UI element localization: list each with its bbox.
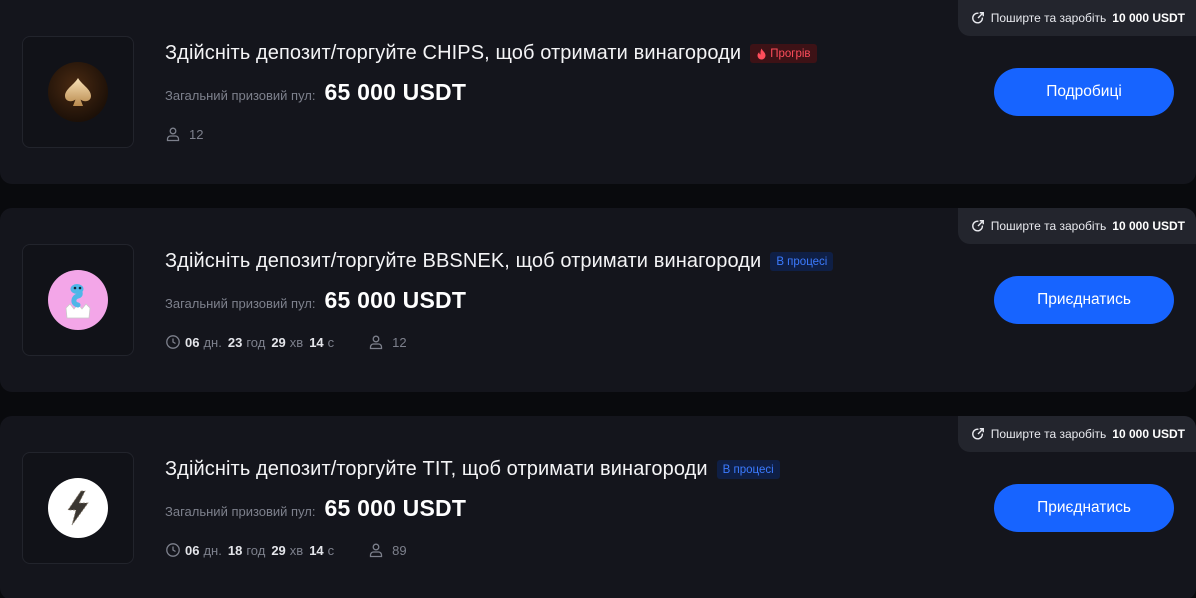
token-logo-box <box>22 452 134 564</box>
timer-hours: 23 <box>227 334 243 350</box>
timer-days: 06 <box>185 334 200 350</box>
fire-icon <box>757 48 766 59</box>
campaign-title: Здійсніть депозит/торгуйте BBSNEK, щоб о… <box>165 250 762 272</box>
prize-pool: Загальний призовий пул: 65 000 USDT <box>165 79 466 106</box>
campaign-meta: 12 <box>165 124 203 144</box>
bbsnek-snake-logo <box>48 270 108 330</box>
status-badge-in-progress: В процесі <box>716 460 780 479</box>
campaign-title-row: Здійсніть депозит/торгуйте BBSNEK, щоб о… <box>165 250 834 273</box>
prize-pool-label: Загальний призовий пул: <box>165 504 316 519</box>
campaign-card-bbsnek: Поширте та заробіть 10 000 USDT Здійсніт… <box>0 208 1196 392</box>
share-and-earn-tag[interactable]: Поширте та заробіть 10 000 USDT <box>957 0 1196 36</box>
participants-count: 12 <box>165 126 203 142</box>
timer-days: 06 <box>185 542 200 558</box>
campaign-title-row: Здійсніть депозит/торгуйте CHIPS, щоб от… <box>165 42 817 65</box>
timer-seconds-unit: с <box>327 334 335 350</box>
timer-days-unit: дн. <box>203 334 222 350</box>
campaign-title: Здійсніть депозит/торгуйте CHIPS, щоб от… <box>165 42 742 64</box>
prize-pool-value: 65 000 USDT <box>324 495 467 521</box>
token-logo-box <box>22 244 134 356</box>
share-and-earn-tag[interactable]: Поширте та заробіть 10 000 USDT <box>957 416 1196 452</box>
share-amount: 10 000 USDT <box>1112 427 1185 441</box>
status-badge-in-progress: В процесі <box>770 252 834 271</box>
timer-seconds: 14 <box>309 542 324 558</box>
share-text: Поширте та заробіть <box>990 219 1107 233</box>
share-text: Поширте та заробіть <box>990 11 1107 25</box>
user-icon <box>370 543 383 558</box>
clock-icon <box>166 335 180 349</box>
countdown-timer: 06 дн. 23 год 29 хв 14 с <box>165 334 336 350</box>
prize-pool-label: Загальний призовий пул: <box>165 296 316 311</box>
share-and-earn-tag[interactable]: Поширте та заробіть 10 000 USDT <box>957 208 1196 244</box>
prize-pool-value: 65 000 USDT <box>324 287 467 313</box>
details-button[interactable]: Подробиці <box>994 68 1174 116</box>
timer-seconds: 14 <box>309 334 324 350</box>
token-logo-box <box>22 36 134 148</box>
badge-label: Прогрів <box>770 47 811 60</box>
campaign-list: Поширте та заробіть 10 000 USDT Здійсніт… <box>0 0 1196 598</box>
prize-pool-label: Загальний призовий пул: <box>165 88 316 103</box>
share-amount: 10 000 USDT <box>1112 11 1185 25</box>
prize-pool: Загальний призовий пул: 65 000 USDT <box>165 287 466 314</box>
campaign-card-tit: Поширте та заробіть 10 000 USDT Здійсніт… <box>0 416 1196 598</box>
chips-spade-logo <box>48 62 108 122</box>
timer-minutes-unit: хв <box>289 542 304 558</box>
user-icon <box>166 127 180 142</box>
campaign-title-row: Здійсніть депозит/торгуйте TIT, щоб отри… <box>165 458 780 481</box>
share-icon <box>971 12 984 24</box>
share-icon <box>971 428 984 440</box>
timer-days-unit: дн. <box>203 542 222 558</box>
timer-hours: 18 <box>227 542 243 558</box>
timer-seconds-unit: с <box>327 542 335 558</box>
share-text: Поширте та заробіть <box>990 427 1107 441</box>
campaign-card-chips: Поширте та заробіть 10 000 USDT Здійсніт… <box>0 0 1196 184</box>
status-badge-hot: Прогрів <box>750 44 817 63</box>
timer-hours-unit: год <box>246 542 266 558</box>
timer-hours-unit: год <box>246 334 266 350</box>
countdown-timer: 06 дн. 18 год 29 хв 14 с <box>165 542 336 558</box>
prize-pool-value: 65 000 USDT <box>324 79 467 105</box>
participants-count: 12 <box>368 334 407 350</box>
join-button[interactable]: Приєднатись <box>994 276 1174 324</box>
participants-value: 12 <box>189 126 204 142</box>
participants-count: 89 <box>368 542 407 558</box>
share-icon <box>971 220 984 232</box>
campaign-meta: 06 дн. 23 год 29 хв 14 с 12 <box>165 332 407 352</box>
prize-pool: Загальний призовий пул: 65 000 USDT <box>165 495 466 522</box>
join-button[interactable]: Приєднатись <box>994 484 1174 532</box>
timer-minutes-unit: хв <box>289 334 304 350</box>
timer-minutes: 29 <box>271 542 286 558</box>
participants-value: 89 <box>392 542 407 558</box>
campaign-meta: 06 дн. 18 год 29 хв 14 с 89 <box>165 540 407 560</box>
clock-icon <box>166 543 180 557</box>
tit-lightning-logo <box>48 478 108 538</box>
timer-minutes: 29 <box>271 334 286 350</box>
share-amount: 10 000 USDT <box>1112 219 1185 233</box>
campaign-title: Здійсніть депозит/торгуйте TIT, щоб отри… <box>165 458 708 480</box>
participants-value: 12 <box>392 334 407 350</box>
user-icon <box>370 335 383 350</box>
